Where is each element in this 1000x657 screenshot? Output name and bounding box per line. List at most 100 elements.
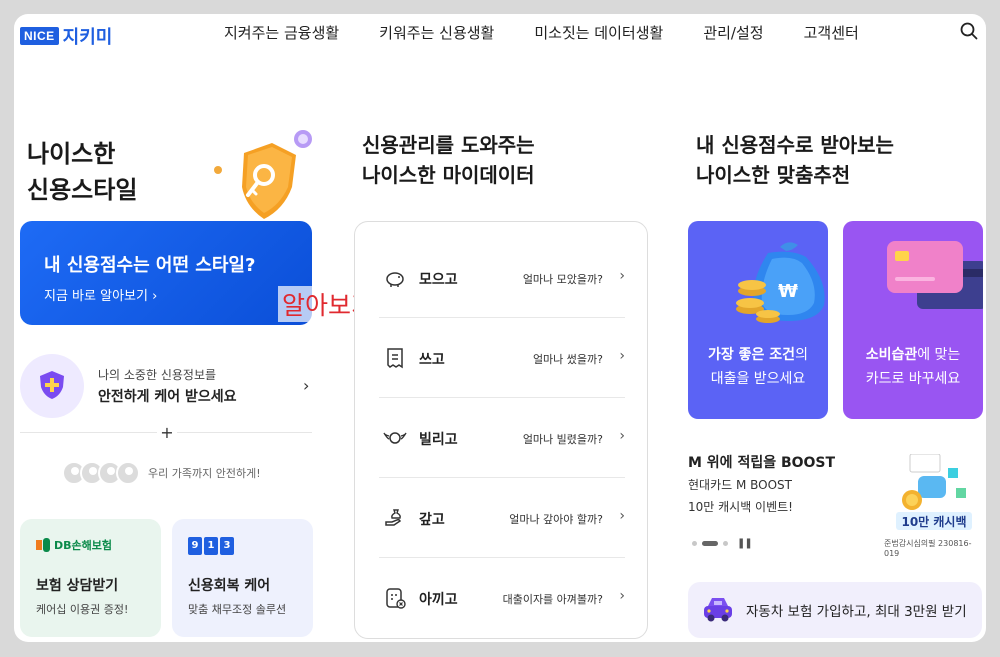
care-icon-circle bbox=[20, 354, 84, 418]
card-recommend-card[interactable]: 소비습관에 맞는 카드로 바꾸세요 bbox=[843, 221, 983, 419]
card-recommend-line2: 카드로 바꾸세요 bbox=[865, 371, 961, 387]
shield-plus-icon bbox=[40, 371, 64, 399]
card-recommend-rest: 에 맞는 bbox=[917, 347, 961, 363]
credit-care-row[interactable]: 나의 소중한 신용정보를 안전하게 케어 받으세요 › bbox=[20, 354, 312, 418]
mydata-question: 얼마나 빌렸을까? bbox=[522, 433, 603, 446]
care-title: 안전하게 케어 받으세요 bbox=[98, 389, 237, 405]
mydata-question: 얼마나 갚아야 할까? bbox=[509, 513, 603, 526]
mydata-label: 갚고 bbox=[419, 512, 445, 528]
badge-913-digits: 913 bbox=[188, 537, 234, 555]
nav-item-support[interactable]: 고객센터 bbox=[804, 22, 859, 43]
db-brand-text: DB손해보험 bbox=[54, 539, 112, 552]
carousel-dot[interactable] bbox=[723, 541, 728, 546]
boost-title[interactable]: M 위에 적립을 BOOST bbox=[688, 452, 835, 472]
car-insurance-banner[interactable]: 자동차 보험 가입하고, 최대 3만원 받기 bbox=[688, 582, 982, 638]
mydata-title-line2: 나이스한 마이데이터 bbox=[362, 163, 535, 187]
credit-recovery-card[interactable]: 913 신용회복 케어 맞춤 채무조정 솔루션 bbox=[172, 519, 313, 637]
shield-key-illustration bbox=[214, 130, 312, 219]
nav-item-finance[interactable]: 지켜주는 금융생활 bbox=[224, 22, 339, 43]
mydata-list: 모으고 얼마나 모았을까? › 쓰고 얼마나 썼을까? › 빌리고 얼마나 빌렸… bbox=[354, 221, 648, 639]
hand-money-icon bbox=[385, 509, 401, 526]
badge-digit: 1 bbox=[204, 537, 218, 555]
car-banner-text: 자동차 보험 가입하고, 최대 3만원 받기 bbox=[746, 604, 967, 620]
pause-icon[interactable]: ❚❚ bbox=[737, 538, 753, 549]
mydata-label: 빌리고 bbox=[419, 432, 458, 448]
recommend-title-line2: 나이스한 맞춤추천 bbox=[696, 163, 851, 187]
loan-recommend-text: 가장 좋은 조건의 대출을 받으세요 bbox=[688, 343, 828, 391]
car-icon bbox=[704, 598, 732, 622]
mydata-item-borrow[interactable]: 빌리고 얼마나 빌렸을까? › bbox=[379, 398, 625, 478]
loan-recommend-line2: 대출을 받으세요 bbox=[710, 371, 806, 387]
mydata-item-spend[interactable]: 쓰고 얼마나 썼을까? › bbox=[379, 318, 625, 398]
credit-recovery-sub: 맞춤 채무조정 솔루션 bbox=[188, 603, 287, 616]
main-nav: 지켜주는 금융생활 키워주는 신용생활 미소짓는 데이터생활 관리/설정 고객센… bbox=[224, 22, 859, 43]
mydata-title: 신용관리를 도와주는 나이스한 마이데이터 bbox=[362, 130, 535, 190]
mydata-label: 쓰고 bbox=[419, 352, 445, 368]
credit-card-icon bbox=[887, 241, 983, 309]
badge-913: 913 bbox=[188, 537, 234, 555]
insurance-sub: 케어십 이용권 증정! bbox=[36, 603, 129, 616]
credit-style-link[interactable]: 지금 바로 알아보기 › bbox=[44, 285, 157, 304]
carousel-indicator: ❚❚ bbox=[692, 538, 753, 549]
nav-item-data[interactable]: 미소짓는 데이터생활 bbox=[534, 22, 663, 43]
chevron-right-icon: › bbox=[619, 588, 625, 604]
recommend-title: 내 신용점수로 받아보는 나이스한 맞춤추천 bbox=[696, 130, 894, 190]
top-header: NICE 지키미 지켜주는 금융생활 키워주는 신용생활 미소짓는 데이터생활 … bbox=[14, 14, 986, 50]
avatar bbox=[116, 461, 140, 485]
search-icon[interactable] bbox=[960, 22, 978, 40]
badge-digit: 9 bbox=[188, 537, 202, 555]
logo-name: 지키미 bbox=[62, 27, 113, 48]
insurance-title: 보험 상담받기 bbox=[36, 578, 119, 594]
carousel-dot[interactable] bbox=[692, 541, 697, 546]
nav-item-credit[interactable]: 키워주는 신용생활 bbox=[379, 22, 494, 43]
cashback-illustration: 10만 캐시백 bbox=[896, 454, 972, 530]
badge-digit: 3 bbox=[220, 537, 234, 555]
family-row[interactable]: 우리 가족까지 안전하게! bbox=[62, 460, 261, 486]
hero-title-line2: 신용스타일 bbox=[27, 176, 138, 204]
credit-recovery-title: 신용회복 케어 bbox=[188, 578, 271, 594]
mydata-item-economize[interactable]: 아끼고 대출이자를 아껴볼까? › bbox=[379, 558, 625, 638]
logo-badge: NICE bbox=[20, 27, 59, 45]
chevron-right-icon: › bbox=[619, 348, 625, 364]
money-bag-icon: ₩ bbox=[736, 242, 825, 323]
card-recommend-bold: 소비습관 bbox=[865, 347, 918, 363]
boost-line1: 현대카드 M BOOST bbox=[688, 478, 793, 492]
loan-recommend-bold: 가장 좋은 조건 bbox=[708, 347, 796, 363]
db-brand: DB손해보험 bbox=[36, 537, 112, 553]
mydata-question: 얼마나 모았을까? bbox=[522, 273, 603, 286]
family-text: 우리 가족까지 안전하게! bbox=[148, 467, 261, 480]
loan-recommend-card[interactable]: ₩ 가장 좋은 조건의 대출을 받으세요 bbox=[688, 221, 828, 419]
boost-line2: 10만 캐시백 이벤트! bbox=[688, 500, 793, 514]
mydata-question: 대출이자를 아껴볼까? bbox=[502, 593, 603, 606]
boost-badge-text: 10만 캐시백 bbox=[901, 514, 966, 529]
recommend-title-line1: 내 신용점수로 받아보는 bbox=[696, 133, 894, 157]
mydata-title-line1: 신용관리를 도와주는 bbox=[362, 133, 535, 157]
receipt-icon bbox=[387, 348, 403, 369]
chevron-right-icon: › bbox=[303, 376, 310, 395]
carousel-dot-active[interactable] bbox=[702, 541, 718, 546]
hero-title: 나이스한 신용스타일 bbox=[27, 136, 137, 208]
credit-style-card[interactable]: 내 신용점수는 어떤 스타일? 지금 바로 알아보기 › bbox=[20, 221, 312, 325]
logo[interactable]: NICE 지키미 bbox=[20, 23, 112, 49]
chevron-right-icon: › bbox=[619, 508, 625, 524]
chevron-right-icon: › bbox=[619, 428, 625, 444]
calculator-icon bbox=[386, 588, 406, 609]
hero-title-line1: 나이스한 bbox=[27, 140, 116, 168]
nav-item-settings[interactable]: 관리/설정 bbox=[703, 22, 763, 43]
chevron-right-icon: › bbox=[619, 268, 625, 284]
winged-coin-icon bbox=[383, 432, 407, 444]
care-subtitle: 나의 소중한 신용정보를 bbox=[98, 368, 217, 382]
db-logo-icon bbox=[36, 538, 50, 552]
mydata-question: 얼마나 썼을까? bbox=[532, 353, 603, 366]
page-frame: NICE 지키미 지켜주는 금융생활 키워주는 신용생활 미소짓는 데이터생활 … bbox=[14, 14, 986, 642]
mydata-item-repay[interactable]: 갚고 얼마나 갚아야 할까? › bbox=[379, 478, 625, 558]
mydata-item-save[interactable]: 모으고 얼마나 모았을까? › bbox=[379, 238, 625, 318]
mydata-label: 아끼고 bbox=[419, 592, 458, 608]
loan-recommend-rest: 의 bbox=[795, 347, 808, 363]
compliance-note: 준법감시심의필 230816-019 bbox=[884, 539, 972, 558]
svg-text:₩: ₩ bbox=[778, 281, 798, 302]
insurance-card[interactable]: DB손해보험 보험 상담받기 케어십 이용권 증정! bbox=[20, 519, 161, 637]
mydata-label: 모으고 bbox=[419, 272, 458, 288]
card-recommend-text: 소비습관에 맞는 카드로 바꾸세요 bbox=[843, 343, 983, 391]
expand-plus-button[interactable]: + bbox=[157, 423, 177, 443]
